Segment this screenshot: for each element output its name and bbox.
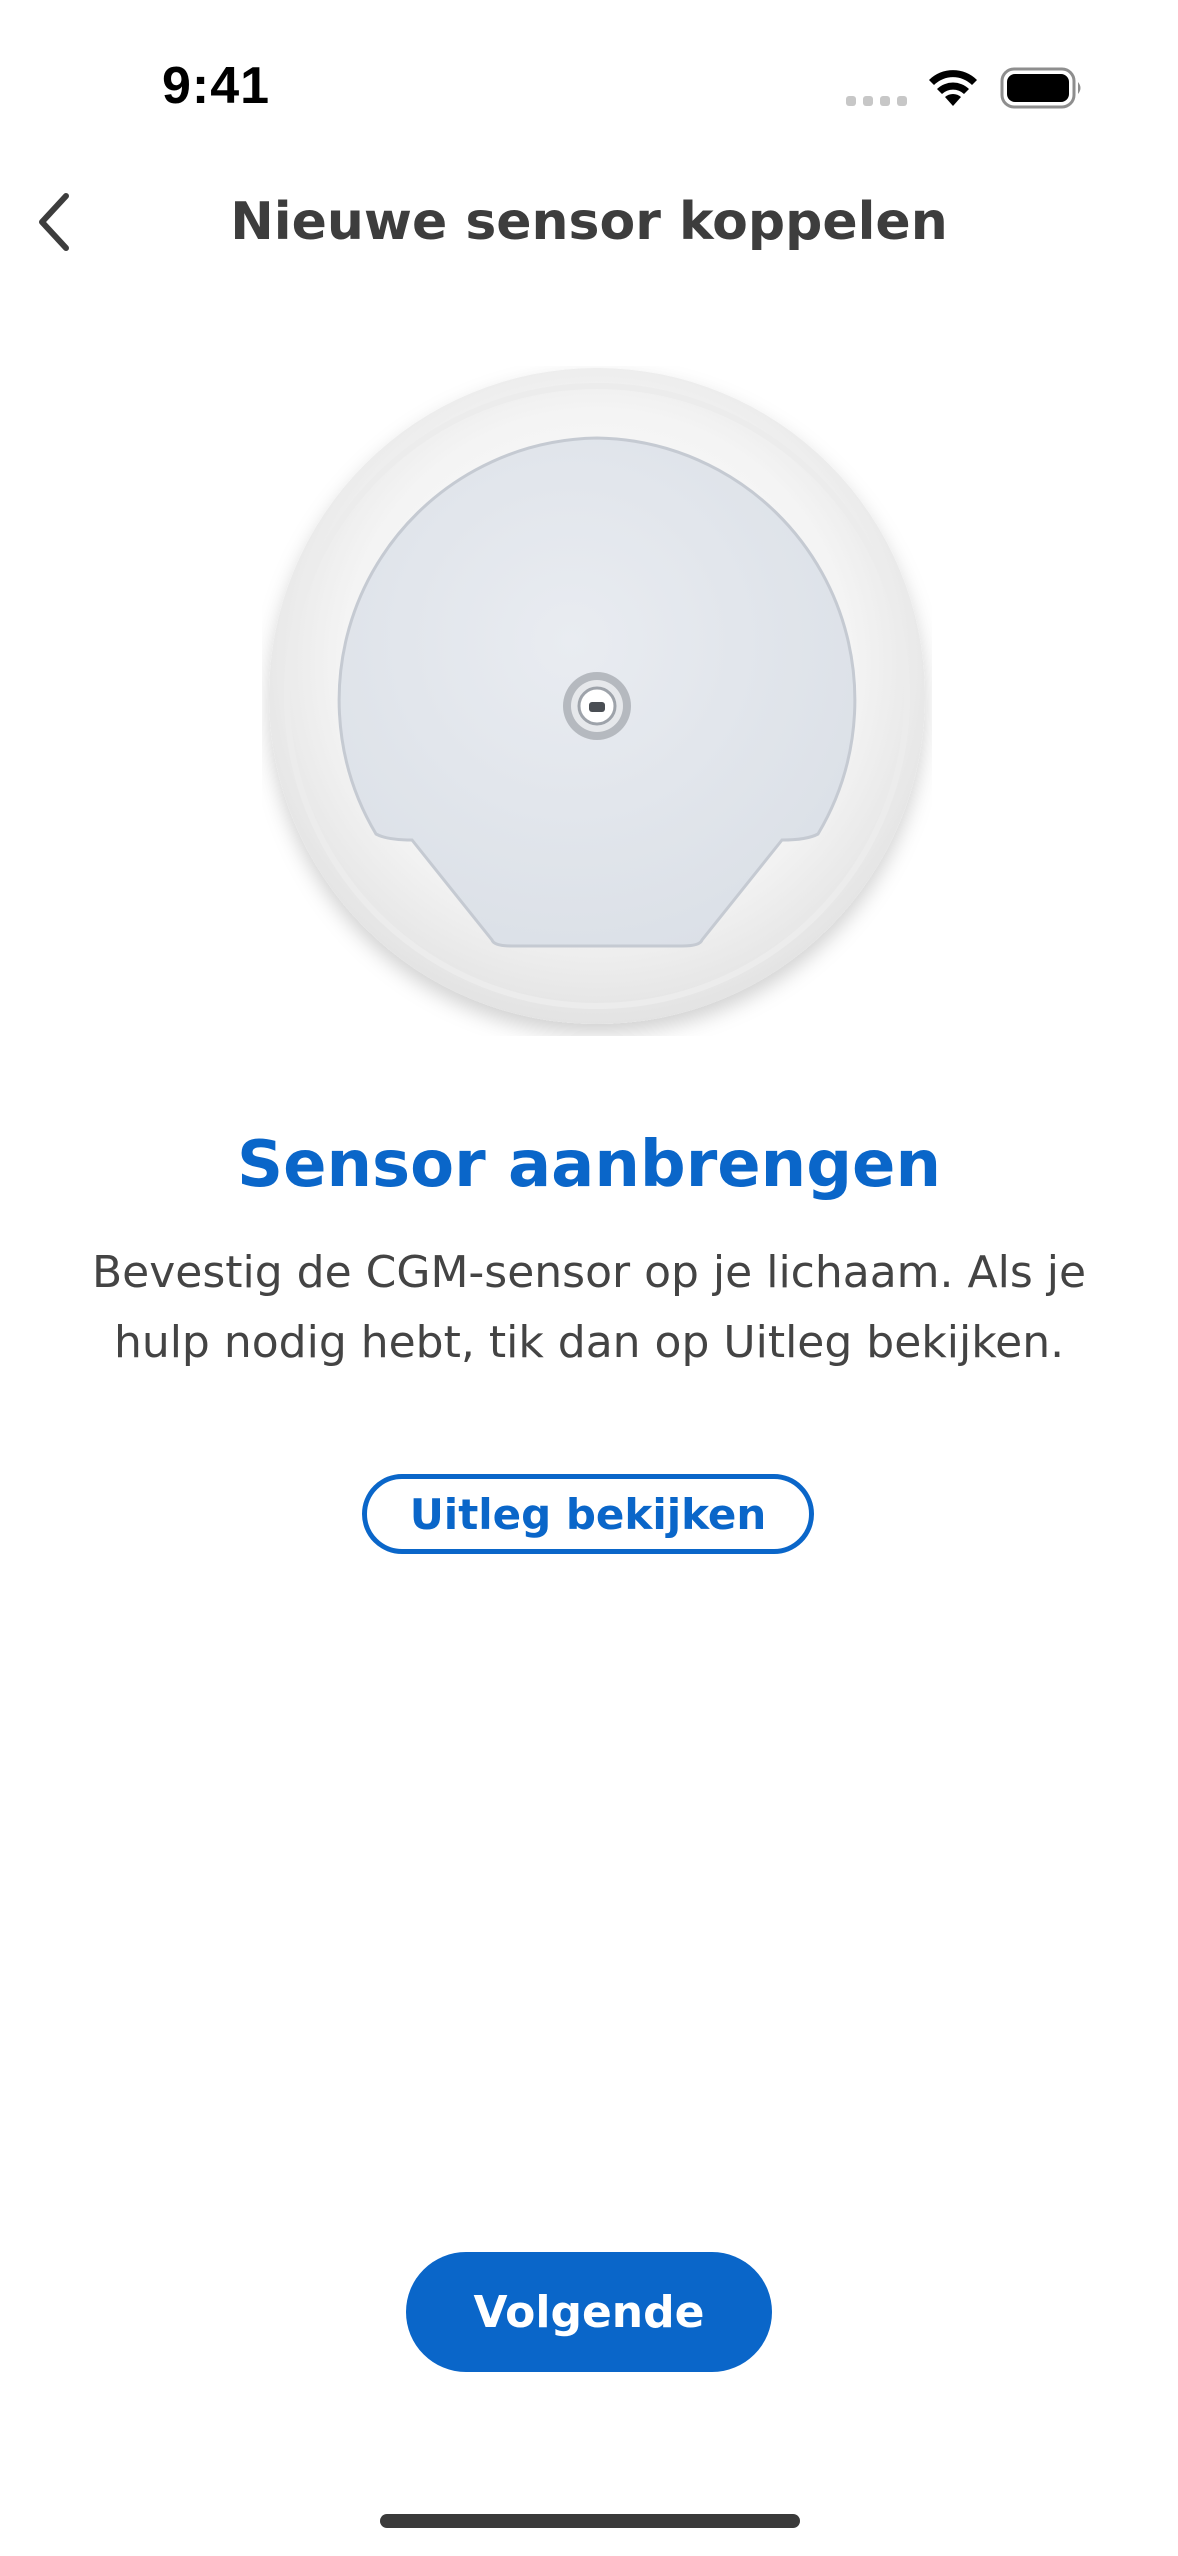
status-bar: 9:41 xyxy=(0,0,1178,170)
wifi-icon xyxy=(929,70,977,106)
navigation-bar: Nieuwe sensor koppelen xyxy=(0,170,1178,280)
cellular-signal-icon xyxy=(846,96,907,106)
next-button[interactable]: Volgende xyxy=(406,2252,772,2372)
page-title: Nieuwe sensor koppelen xyxy=(230,192,948,252)
instruction-text: Bevestig de CGM-sensor op je lichaam. Al… xyxy=(91,1247,1087,1368)
home-indicator xyxy=(380,2514,800,2528)
view-explanation-button[interactable]: Uitleg bekijken xyxy=(362,1474,814,1554)
section-title: Sensor aanbrengen xyxy=(236,1128,942,1202)
cgm-sensor-illustration xyxy=(269,368,925,1024)
battery-icon xyxy=(1000,67,1081,109)
status-time: 9:41 xyxy=(162,57,271,115)
